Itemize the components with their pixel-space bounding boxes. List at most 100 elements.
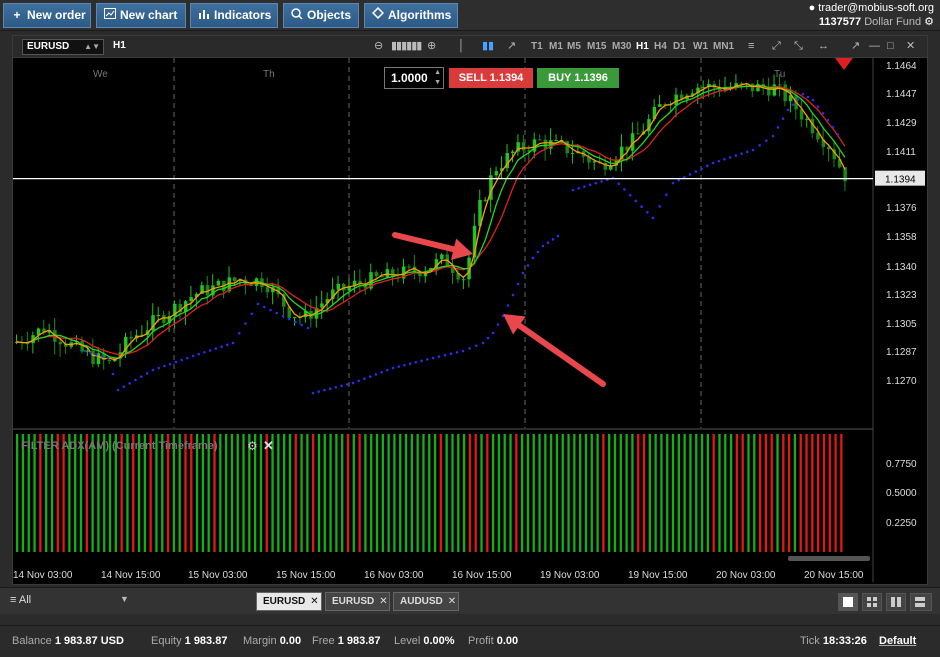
parabolic-sar-dot — [806, 95, 810, 99]
new-chart-button[interactable]: New chart — [96, 3, 186, 28]
bar-chart-icon — [197, 4, 211, 27]
account-email: trader@mobius-soft.org — [818, 2, 934, 14]
indicator-bar — [596, 434, 599, 552]
indicator-bar — [277, 434, 280, 552]
algorithms-button[interactable]: Algorithms — [364, 3, 458, 28]
parabolic-sar-dot — [771, 134, 775, 138]
parabolic-sar-dot — [665, 193, 668, 196]
account-number: 1137577 — [818, 16, 862, 28]
crosshair-icon[interactable]: ↔ — [818, 40, 829, 53]
zoom-out-icon[interactable]: ⊖ — [374, 40, 383, 53]
indicator-bar — [532, 434, 535, 552]
timeframe-mn1[interactable]: MN1 — [713, 41, 734, 52]
parabolic-sar-dot — [185, 356, 189, 360]
indicator-bar — [544, 434, 547, 552]
close-icon[interactable]: ✕ — [906, 40, 915, 53]
indicator-settings-icon[interactable]: ⚙ — [247, 439, 258, 453]
trendline-icon[interactable]: ⤢ — [772, 40, 781, 53]
parabolic-sar-dot — [368, 375, 372, 378]
price-tick-label: 1.1429 — [886, 118, 917, 129]
profile-select[interactable]: Default — [879, 635, 916, 647]
zoom-slider[interactable]: ▮▮▮▮▮▮ — [391, 40, 422, 53]
parabolic-sar-dot — [391, 366, 395, 370]
parabolic-sar-dot — [541, 244, 545, 248]
drawing-tools-icon[interactable]: ≡ — [748, 40, 754, 53]
parabolic-sar-dot — [140, 375, 143, 378]
price-chart[interactable]: We Th Tu1.14641.14471.14291.14111.13761.13… — [13, 58, 929, 586]
candle-body — [162, 314, 166, 323]
parabolic-sar-dot — [723, 157, 726, 161]
minimize-icon[interactable]: — — [869, 40, 880, 53]
indicator-bar — [428, 434, 431, 552]
indicator-bar — [520, 434, 524, 552]
layout-columns-icon[interactable] — [886, 593, 906, 611]
indicator-bar — [822, 434, 826, 552]
indicator-bar — [503, 434, 506, 552]
annotation-arrow-upper-head — [450, 238, 473, 260]
tab-eurusd-2[interactable]: EURUSD ✕ — [325, 592, 390, 611]
detach-icon[interactable]: ↗ — [851, 40, 860, 53]
timeframe-h1[interactable]: H1 — [636, 41, 649, 52]
parabolic-sar-dot — [734, 154, 738, 157]
indicator-bar — [648, 434, 651, 552]
timeframe-h4[interactable]: H4 — [654, 41, 667, 52]
indicator-bar — [370, 434, 373, 552]
close-tab-icon[interactable]: ✕ — [448, 596, 456, 607]
price-tick-label: 1.1411 — [886, 147, 916, 158]
symbol-select[interactable]: EURUSD ▲▼ — [22, 39, 104, 55]
sell-button[interactable]: SELL 1.1394 — [449, 68, 533, 88]
timeframe-m1[interactable]: M1 — [549, 41, 563, 52]
indicator-bar — [358, 434, 361, 552]
indicator-bar — [793, 434, 797, 552]
signal-marker-icon — [835, 58, 853, 70]
tab-filter-select[interactable]: ≡ All ▼ — [10, 594, 129, 606]
ruler-icon[interactable]: ⤡ — [794, 40, 803, 53]
parabolic-sar-dot — [214, 347, 218, 350]
buy-button[interactable]: BUY 1.1396 — [537, 68, 619, 88]
parabolic-sar-dot — [106, 356, 110, 360]
bar-chart-type-icon[interactable]: │ — [458, 40, 465, 53]
parabolic-sar-dot — [536, 250, 540, 254]
chart-scrollbar[interactable] — [788, 556, 870, 561]
zoom-in-icon[interactable]: ⊕ — [427, 40, 436, 53]
indicator-bar — [584, 434, 588, 552]
timeframe-m30[interactable]: M30 — [612, 41, 631, 52]
timeframe-d1[interactable]: D1 — [673, 41, 686, 52]
close-tab-icon[interactable]: ✕ — [379, 596, 387, 607]
settings-icon[interactable]: ⚙ — [924, 16, 934, 28]
parabolic-sar-dot — [728, 156, 732, 159]
time-tick-label: 15 Nov 03:00 — [188, 570, 248, 581]
parabolic-sar-dot — [811, 98, 815, 102]
indicator-bar — [549, 434, 553, 552]
lot-size-input[interactable]: 1.0000 ▲ ▼ — [384, 67, 444, 89]
indicator-bar — [689, 434, 692, 552]
indicators-button[interactable]: Indicators — [190, 3, 278, 28]
timeframe-m5[interactable]: M5 — [567, 41, 581, 52]
parabolic-sar-dot — [511, 293, 515, 297]
time-tick-label: 16 Nov 03:00 — [364, 570, 424, 581]
parabolic-sar-dot — [486, 336, 490, 340]
objects-button[interactable]: Objects — [283, 3, 359, 28]
candle-body — [374, 272, 379, 277]
layout-grid-icon[interactable] — [862, 593, 882, 611]
line-chart-type-icon[interactable]: ↗ — [507, 40, 516, 53]
account-info[interactable]: ● trader@mobius-soft.org 1137577 Dollar … — [809, 1, 934, 29]
candle-body — [750, 83, 755, 92]
timeframe-t1[interactable]: T1 — [531, 41, 543, 52]
new-order-button[interactable]: + New order — [3, 3, 91, 28]
indicator-bar — [375, 434, 379, 552]
maximize-icon[interactable]: □ — [887, 40, 894, 53]
candle-chart-type-icon[interactable]: ▮▮ — [482, 40, 494, 53]
indicator-close-icon[interactable]: ✕ — [263, 438, 274, 454]
indicator-bar — [242, 434, 245, 552]
timeframe-m15[interactable]: M15 — [587, 41, 606, 52]
tab-eurusd-1[interactable]: EURUSD ✕ — [256, 592, 322, 611]
indicator-bar — [457, 434, 460, 552]
timeframe-w1[interactable]: W1 — [693, 41, 708, 52]
close-tab-icon[interactable]: ✕ — [310, 596, 318, 607]
layout-rows-icon[interactable] — [910, 593, 932, 611]
parabolic-sar-dot — [468, 347, 471, 350]
parabolic-sar-dot — [334, 385, 338, 389]
layout-single-icon[interactable] — [838, 593, 858, 611]
tab-audusd[interactable]: AUDUSD ✕ — [393, 592, 459, 611]
